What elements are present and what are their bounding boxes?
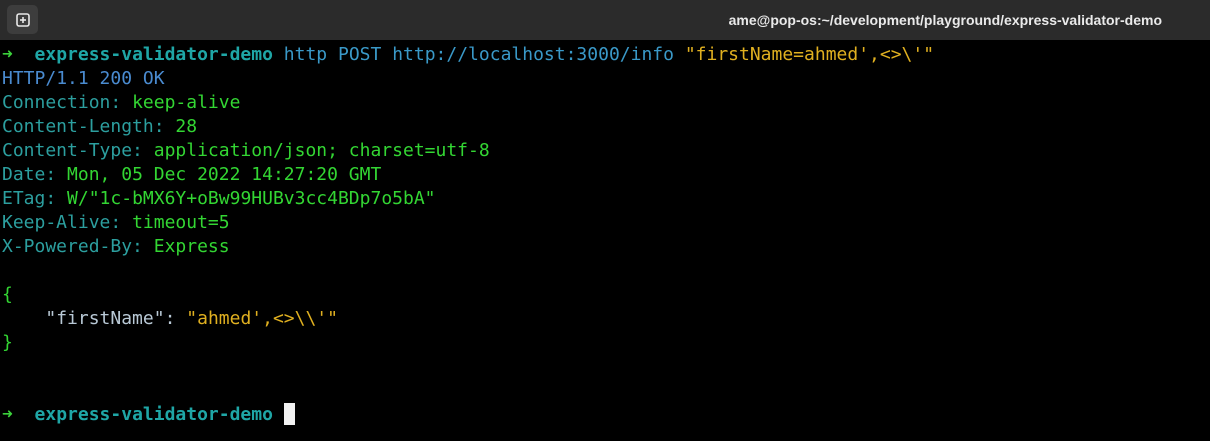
header-key: Date <box>2 164 46 185</box>
header-key: Content-Length <box>2 116 154 137</box>
header-key: Content-Type <box>2 140 133 161</box>
command-url: http://localhost:3000/info <box>392 44 674 65</box>
header-line: Connection: keep-alive <box>2 92 241 113</box>
command-argument: "firstName=ahmed',<>\'" <box>684 44 935 65</box>
json-open: { <box>2 283 1208 307</box>
json-value: "ahmed',<>\\'" <box>186 308 338 329</box>
json-close-brace: } <box>2 332 13 353</box>
text-cursor[interactable] <box>283 403 295 425</box>
json-close: } <box>2 331 1208 355</box>
final-prompt-line: ➜ express-validator-demo <box>2 403 1208 427</box>
header-value: keep-alive <box>132 92 241 113</box>
header-key: X-Powered-By <box>2 236 133 257</box>
header-value: W/"1c-bMX6Y+oBw99HUBv3cc4BDp7o5bA" <box>67 188 436 209</box>
terminal-output[interactable]: ➜ express-validator-demo http POST http:… <box>2 43 1208 439</box>
json-key: "firstName" <box>45 308 165 329</box>
header-key: Keep-Alive <box>2 212 111 233</box>
status-line: HTTP/1.1 200 OK <box>2 67 1208 91</box>
header-value: Express <box>153 236 230 257</box>
window-title: ame@pop-os:~/development/playground/expr… <box>728 12 1162 28</box>
command-method: POST <box>338 44 382 65</box>
header-value: application/json; charset=utf-8 <box>153 140 490 161</box>
header-value: timeout=5 <box>132 212 230 233</box>
header-line: Date: Mon, 05 Dec 2022 14:27:20 GMT <box>2 164 382 185</box>
new-tab-plus-icon <box>15 12 30 27</box>
command-line: ➜ express-validator-demo http POST http:… <box>2 43 1208 67</box>
json-colon: : <box>164 308 187 329</box>
header-line: X-Powered-By: Express <box>2 236 230 257</box>
header-value: 28 <box>175 116 198 137</box>
protocol-version: 1.1 <box>56 68 89 89</box>
arrow-right-icon: ➜ <box>2 404 13 425</box>
status-code: 200 <box>99 68 133 89</box>
status-text: OK <box>142 68 165 89</box>
header-value: Mon, 05 Dec 2022 14:27:20 GMT <box>67 164 382 185</box>
prompt-directory: express-validator-demo <box>34 404 273 425</box>
arrow-right-icon: ➜ <box>2 44 13 65</box>
header-key: ETag <box>2 188 46 209</box>
header-line: ETag: W/"1c-bMX6Y+oBw99HUBv3cc4BDp7o5bA" <box>2 188 436 209</box>
prompt-directory: express-validator-demo <box>34 44 273 65</box>
header-line: Content-Length: 28 <box>2 116 198 137</box>
header-line: Content-Type: application/json; charset=… <box>2 140 490 161</box>
new-tab-button[interactable] <box>7 5 38 34</box>
header-key: Connection <box>2 92 111 113</box>
command-program: http <box>283 44 328 65</box>
json-open-brace: { <box>2 284 13 305</box>
protocol: HTTP/ <box>2 68 57 89</box>
title-bar: ame@pop-os:~/development/playground/expr… <box>0 0 1210 40</box>
json-entry: "firstName": "ahmed',<>\\'" <box>2 307 1208 331</box>
header-line: Keep-Alive: timeout=5 <box>2 212 230 233</box>
